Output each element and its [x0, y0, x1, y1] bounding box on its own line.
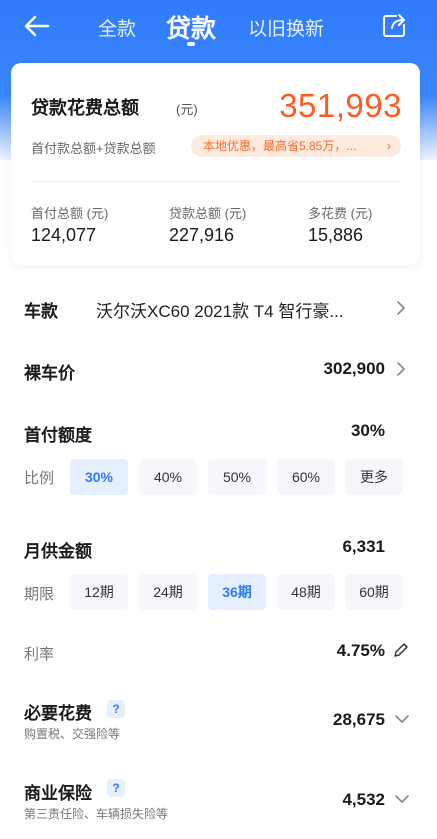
promo-text: 本地优惠，最高省5.85万，... — [203, 139, 357, 153]
promo-badge[interactable]: 本地优惠，最高省5.85万，... › — [191, 135, 401, 157]
down-payment-value: 30% — [350, 421, 385, 440]
term-option-60[interactable]: 60期 — [345, 574, 403, 610]
total-cost-value: 351,993 — [279, 87, 402, 124]
term-option-36[interactable]: 36期 — [208, 574, 266, 610]
term-label: 期限 — [24, 586, 55, 603]
down-payment-label: 首付额度 — [24, 426, 92, 445]
header: 全款 贷款 以旧换新 — [0, 0, 437, 52]
term-option-24[interactable]: 24期 — [139, 574, 197, 610]
total-cost-subtitle: 首付款总额+贷款总额 — [31, 141, 156, 156]
chevron-right-icon: › — [387, 139, 391, 153]
insurance-note: 第三责任险、车辆损失险等 — [24, 807, 169, 821]
total-cost-unit: (元) — [176, 102, 198, 117]
insurance-value[interactable]: 4,532 — [342, 790, 385, 810]
price-value[interactable]: 302,900 — [324, 359, 385, 379]
model-label: 车款 — [24, 302, 58, 321]
required-cost-value[interactable]: 28,675 — [333, 710, 385, 730]
edit-pencil-icon[interactable] — [393, 642, 409, 658]
stat-label-down-payment: 首付总额 (元) — [31, 206, 109, 221]
monthly-payment-label: 月供金额 — [24, 542, 92, 561]
stat-value-extra-cost: 15,886 — [308, 225, 364, 245]
term-option-12[interactable]: 12期 — [70, 574, 128, 610]
stat-value-loan-total: 227,916 — [169, 225, 235, 245]
chevron-right-icon[interactable] — [396, 362, 406, 376]
term-option-48[interactable]: 48期 — [277, 574, 335, 610]
ratio-option-30[interactable]: 30% — [70, 459, 128, 495]
required-cost-label: 必要花费 — [24, 704, 92, 723]
tab-trade-in[interactable]: 以旧换新 — [248, 14, 324, 41]
insurance-label: 商业保险 — [24, 784, 92, 803]
ratio-option-50[interactable]: 50% — [208, 459, 266, 495]
required-cost-note: 购置税、交强险等 — [24, 727, 121, 741]
active-tab-indicator — [187, 42, 195, 46]
ratio-option-40[interactable]: 40% — [139, 459, 197, 495]
loan-summary-card: 贷款花费总额 (元) 351,993 首付款总额+贷款总额 本地优惠，最高省5.… — [11, 63, 420, 265]
chevron-right-icon[interactable] — [396, 301, 406, 315]
stat-value-down-payment: 124,077 — [31, 225, 97, 245]
chevron-down-icon[interactable] — [395, 714, 409, 724]
divider — [31, 181, 400, 182]
back-arrow-icon[interactable] — [22, 12, 52, 40]
model-value[interactable]: 沃尔沃XC60 2021款 T4 智行豪... — [96, 297, 344, 322]
help-icon[interactable]: ? — [107, 779, 125, 797]
ratio-option-60[interactable]: 60% — [277, 459, 335, 495]
rate-label: 利率 — [24, 646, 55, 663]
price-label: 裸车价 — [24, 364, 75, 383]
ratio-option-more[interactable]: 更多 — [345, 459, 403, 495]
tab-loan[interactable]: 贷款 — [166, 9, 216, 45]
share-icon[interactable] — [380, 12, 408, 40]
rate-value[interactable]: 4.75% — [337, 641, 385, 661]
stat-label-extra-cost: 多花费 (元) — [308, 206, 373, 221]
ratio-label: 比例 — [24, 470, 55, 487]
total-cost-title: 贷款花费总额 — [31, 98, 139, 118]
help-icon[interactable]: ? — [107, 700, 125, 718]
stat-label-loan-total: 贷款总额 (元) — [169, 206, 247, 221]
tab-full-payment[interactable]: 全款 — [98, 14, 136, 41]
monthly-payment-value: 6,331 — [342, 537, 385, 556]
chevron-down-icon[interactable] — [395, 794, 409, 804]
